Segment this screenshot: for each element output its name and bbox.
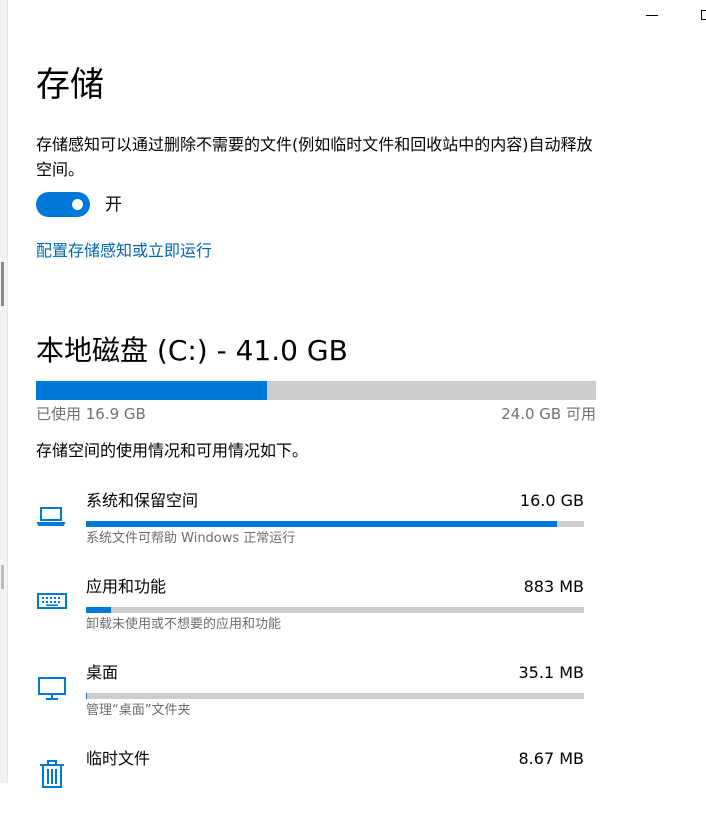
category-usage-bar (86, 693, 584, 699)
category-size: 16.0 GB (519, 491, 584, 510)
laptop-icon (36, 507, 66, 526)
category-description: 系统文件可帮助 Windows 正常运行 (86, 531, 296, 546)
category-system-reserved[interactable]: 系统和保留空间 16.0 GB 系统文件可帮助 Windows 正常运行 (36, 489, 596, 569)
monitor-icon (38, 677, 66, 700)
category-usage-bar (86, 521, 584, 527)
category-description: 管理“桌面”文件夹 (86, 703, 191, 718)
category-temporary-files[interactable]: 临时文件 8.67 MB (36, 747, 596, 827)
category-size: 35.1 MB (518, 663, 585, 682)
drive-title: 本地磁盘 (C:) - 41.0 GB (36, 334, 348, 367)
category-usage-fill (86, 521, 557, 527)
category-desktop[interactable]: 桌面 35.1 MB 管理“桌面”文件夹 (36, 661, 596, 741)
category-name: 应用和功能 (86, 577, 167, 596)
category-size: 8.67 MB (518, 749, 585, 768)
category-name: 桌面 (86, 663, 119, 682)
category-usage-fill (86, 607, 111, 613)
configure-storage-sense-link[interactable]: 配置存储感知或立即运行 (36, 239, 212, 263)
trash-icon (40, 760, 64, 788)
drive-used-label: 已使用 16.9 GB (36, 405, 146, 423)
category-usage-fill (86, 693, 88, 699)
scrollbar-thumb[interactable] (1, 262, 4, 306)
drive-usage-fill (36, 381, 267, 400)
scrollbar-thumb-lower[interactable] (1, 565, 4, 589)
maximize-button[interactable] (697, 0, 706, 30)
category-description: 卸载未使用或不想要的应用和功能 (86, 617, 282, 632)
drive-free-label: 24.0 GB 可用 (501, 405, 596, 423)
usage-intro-text: 存储空间的使用情况和可用情况如下。 (36, 441, 309, 460)
storage-sense-description: 存储感知可以通过删除不需要的文件(例如临时文件和回收站中的内容)自动释放空间。 (36, 135, 593, 179)
category-apps-features[interactable]: 应用和功能 883 MB 卸载未使用或不想要的应用和功能 (36, 575, 596, 655)
page-title: 存储 (36, 65, 104, 105)
category-name: 临时文件 (86, 749, 151, 768)
category-name: 系统和保留空间 (86, 491, 199, 510)
toggle-knob (72, 199, 83, 210)
minimize-button[interactable] (640, 0, 666, 30)
storage-sense-toggle[interactable] (36, 192, 90, 217)
category-size: 883 MB (523, 577, 584, 596)
toggle-state-label: 开 (105, 195, 122, 215)
drive-usage-bar (36, 381, 596, 400)
window-left-edge (0, 0, 8, 783)
category-usage-bar (86, 607, 584, 613)
keyboard-icon (37, 593, 67, 609)
